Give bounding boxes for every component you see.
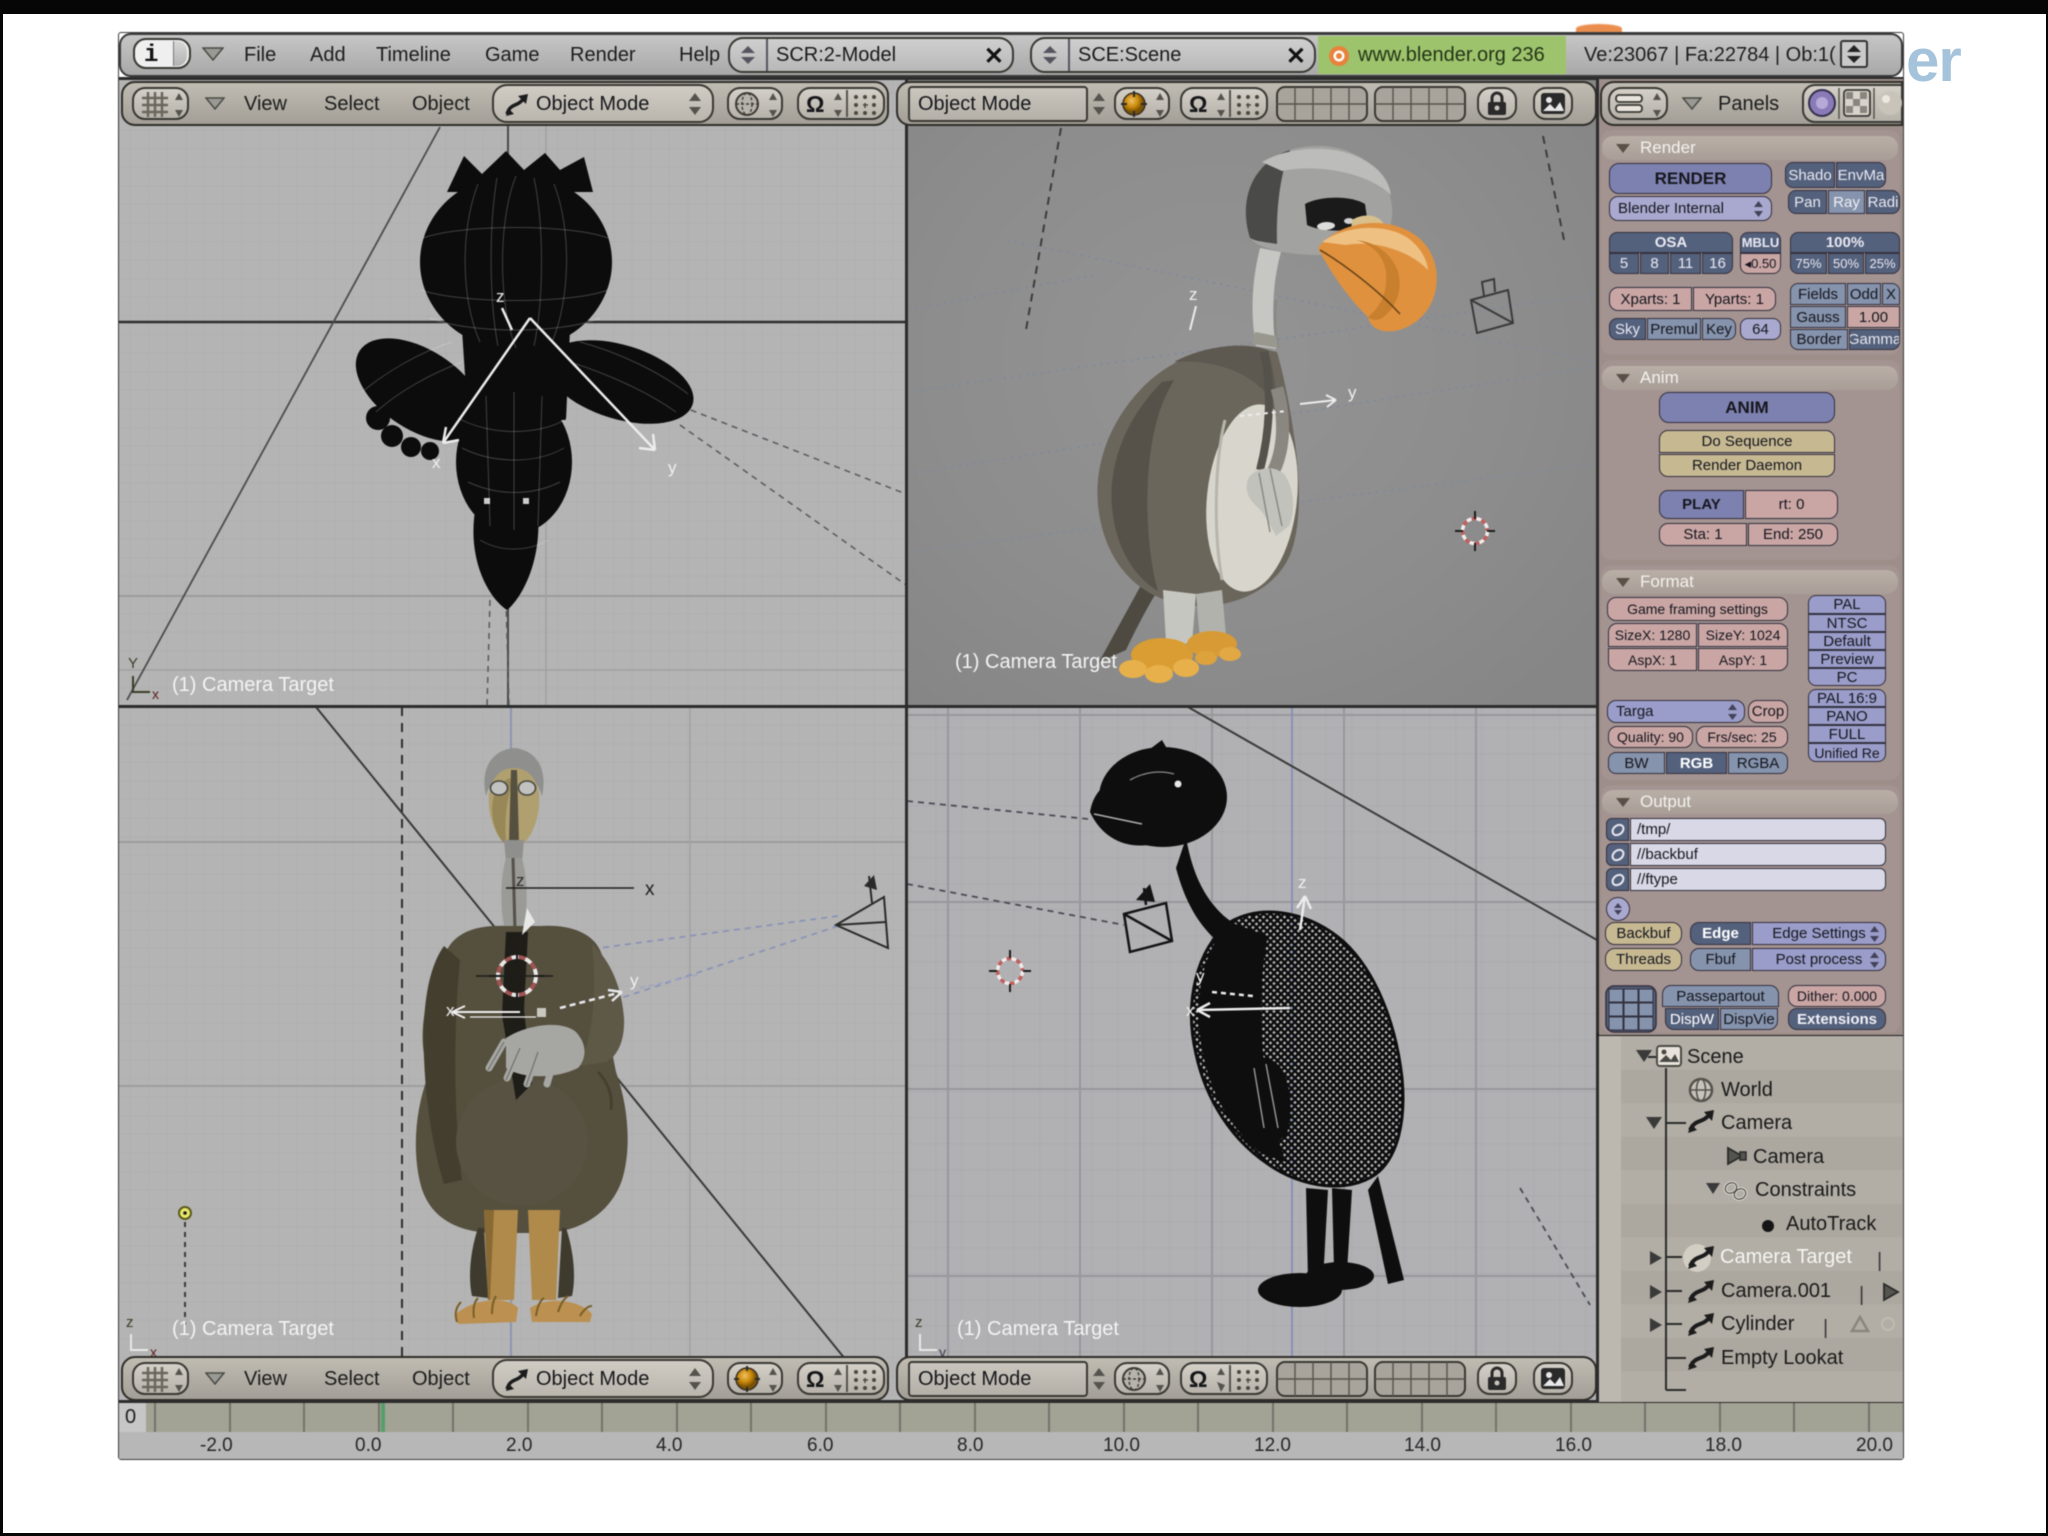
svg-text:|: |	[1877, 1250, 1882, 1272]
svg-text:|: |	[1859, 1284, 1864, 1306]
svg-text:|: |	[1823, 1317, 1828, 1339]
